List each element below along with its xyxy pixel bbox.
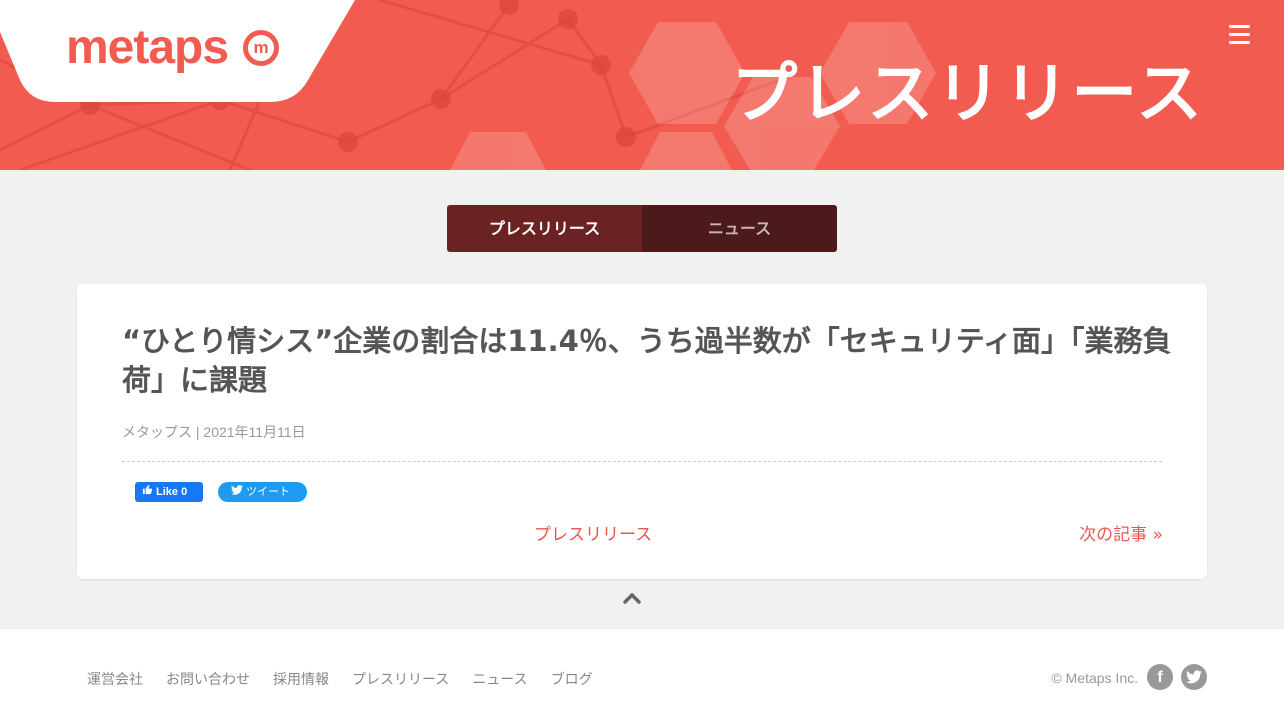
twitter-icon[interactable] <box>1181 664 1207 690</box>
twitter-bird-icon <box>231 482 243 502</box>
page-footer: 運営会社 お問い合わせ 採用情報 プレスリリース ニュース ブログ © Meta… <box>0 629 1284 727</box>
article-title: “ひとり情シス”企業の割合は11.4％、うち過半数が「セキュリティ面」「業務負荷… <box>122 324 1172 397</box>
hamburger-menu-icon[interactable] <box>1229 25 1250 44</box>
divider <box>122 461 1162 462</box>
article-meta: メタップス | 2021年11月11日 <box>122 424 306 440</box>
page-header: metaps m プレスリリース <box>0 0 1284 170</box>
logo-m-icon: m <box>243 30 279 66</box>
footer-link-news[interactable]: ニュース <box>472 669 527 689</box>
category-tabs: プレスリリース ニュース <box>447 205 837 252</box>
article-card: “ひとり情シス”企業の割合は11.4％、うち過半数が「セキュリティ面」「業務負荷… <box>77 284 1207 579</box>
chevron-up-icon[interactable] <box>622 588 642 608</box>
facebook-like-button[interactable]: Like 0 <box>135 482 203 502</box>
footer-link-company[interactable]: 運営会社 <box>87 669 143 689</box>
tab-news[interactable]: ニュース <box>642 205 837 252</box>
footer-link-contact[interactable]: お問い合わせ <box>166 669 250 689</box>
thumbs-up-icon <box>141 482 153 502</box>
facebook-icon[interactable]: f <box>1147 664 1173 690</box>
facebook-like-label: Like 0 <box>156 486 188 498</box>
tweet-label: ツイート <box>246 485 290 498</box>
footer-nav: 運営会社 お問い合わせ 採用情報 プレスリリース ニュース ブログ <box>87 669 616 689</box>
footer-link-careers[interactable]: 採用情報 <box>273 669 329 689</box>
tweet-button[interactable]: ツイート <box>218 482 307 502</box>
tab-press-release[interactable]: プレスリリース <box>447 205 642 252</box>
next-article-link[interactable]: 次の記事 » <box>1079 520 1163 545</box>
category-link[interactable]: プレスリリース <box>534 520 652 545</box>
footer-link-blog[interactable]: ブログ <box>551 669 593 689</box>
logo-wordmark: metaps <box>66 21 229 74</box>
footer-link-press-release[interactable]: プレスリリース <box>352 669 449 689</box>
copyright: © Metaps Inc. <box>1051 670 1138 686</box>
hero-title: プレスリリース <box>731 55 1204 132</box>
logo[interactable]: metaps m <box>0 0 355 102</box>
